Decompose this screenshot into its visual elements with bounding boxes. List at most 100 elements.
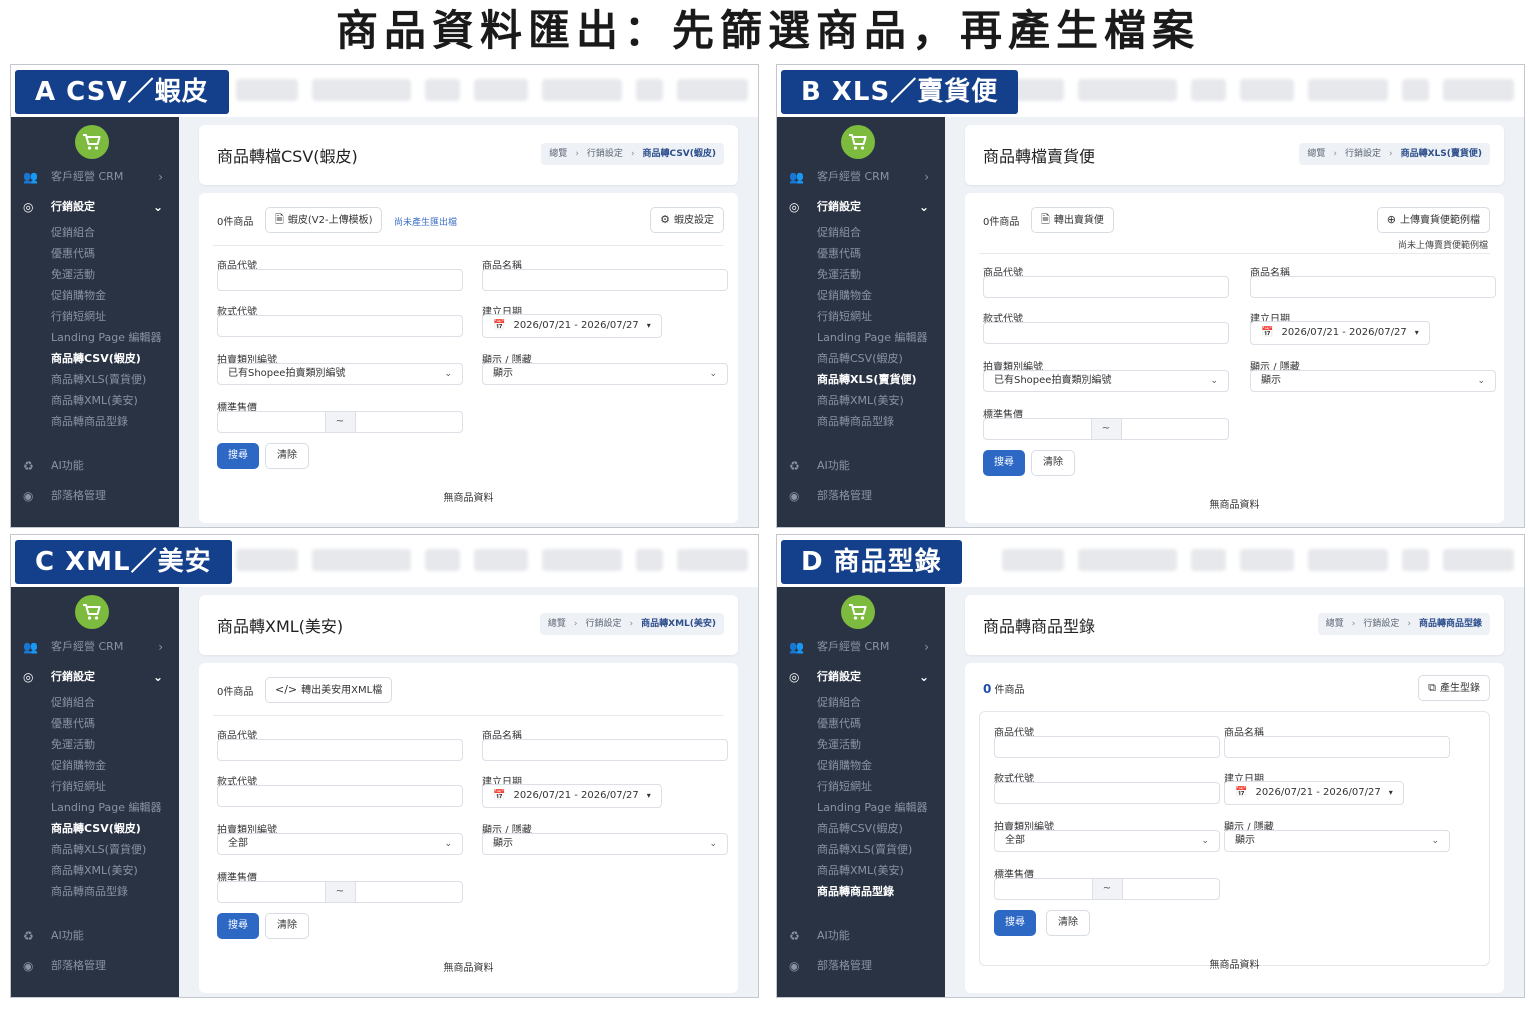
sidebar-subitem[interactable]: 免運活動 [11, 264, 179, 285]
sidebar-item-marketing[interactable]: ◎ 行銷設定 ⌄ [11, 662, 179, 692]
sidebar-subitem[interactable]: 行銷短網址 [11, 306, 179, 327]
cart-logo-icon[interactable] [841, 595, 875, 629]
sidebar-subitem[interactable]: 商品轉XML(美安) [11, 390, 179, 411]
sidebar-subitem[interactable]: 促銷組合 [11, 222, 179, 243]
sidebar-subitem[interactable]: 優惠代碼 [777, 243, 945, 264]
visibility-select[interactable]: 顯示 ⌄ [1224, 830, 1450, 852]
sidebar-subitem[interactable]: 商品轉XML(美安) [11, 860, 179, 881]
sidebar-subitem[interactable]: 優惠代碼 [777, 713, 945, 734]
sidebar-subitem[interactable]: 商品轉XML(美安) [777, 390, 945, 411]
date-range-picker[interactable]: 📅 2026/07/21 - 2026/07/27 ▾ [482, 784, 662, 808]
sidebar-subitem[interactable]: 商品轉XML(美安) [777, 860, 945, 881]
product-code-input[interactable] [217, 269, 463, 291]
breadcrumb-home[interactable]: 總覽 [549, 149, 567, 159]
price-min-input[interactable] [995, 879, 1093, 899]
clear-button[interactable]: 清除 [1031, 450, 1075, 476]
auction-category-select[interactable]: 全部 ⌄ [217, 833, 463, 855]
sidebar-subitem[interactable]: Landing Page 編輯器 [777, 797, 945, 818]
sidebar-subitem[interactable]: 商品轉XLS(賣貨便) [11, 369, 179, 390]
sidebar-subitem[interactable]: 商品轉CSV(蝦皮) [777, 348, 945, 369]
breadcrumb-section[interactable]: 行銷設定 [1345, 149, 1381, 159]
sidebar-subitem[interactable]: 優惠代碼 [11, 243, 179, 264]
date-range-picker[interactable]: 📅 2026/07/21 - 2026/07/27 ▾ [1224, 781, 1404, 805]
sidebar-subitem[interactable]: 商品轉CSV(蝦皮) [777, 818, 945, 839]
search-button[interactable]: 搜尋 [217, 443, 259, 469]
sidebar-subitem[interactable]: 商品轉商品型錄 [777, 881, 945, 902]
style-code-input[interactable] [217, 315, 463, 337]
sidebar-subitem[interactable]: Landing Page 編輯器 [11, 797, 179, 818]
sidebar-subitem[interactable]: 商品轉商品型錄 [11, 881, 179, 902]
sidebar-item-blog[interactable]: ◉ 部落格管理 [777, 481, 945, 511]
breadcrumb-home[interactable]: 總覽 [548, 619, 566, 629]
price-max-input[interactable] [1122, 419, 1229, 439]
sidebar-subitem[interactable]: 促銷組合 [777, 222, 945, 243]
export-myship-button[interactable]: 🗎 轉出賣貨便 [1031, 207, 1114, 233]
breadcrumb-section[interactable]: 行銷設定 [587, 149, 623, 159]
cart-logo-icon[interactable] [841, 125, 875, 159]
price-min-input[interactable] [218, 882, 326, 902]
sidebar-subitem[interactable]: 行銷短網址 [777, 776, 945, 797]
auction-category-select[interactable]: 已有Shopee拍賣類別編號 ⌄ [983, 370, 1229, 392]
search-button[interactable]: 搜尋 [994, 910, 1036, 936]
sidebar-subitem[interactable]: 商品轉XLS(賣貨便) [11, 839, 179, 860]
price-min-input[interactable] [984, 419, 1092, 439]
sidebar-subitem[interactable]: Landing Page 編輯器 [777, 327, 945, 348]
sidebar-subitem[interactable]: 行銷短網址 [11, 776, 179, 797]
shopee-settings-button[interactable]: ⚙ 蝦皮設定 [650, 207, 724, 233]
sidebar-item-crm[interactable]: 👥 客戶經營 CRM › [777, 162, 945, 192]
sidebar-subitem[interactable]: 促銷購物金 [777, 755, 945, 776]
price-max-input[interactable] [1123, 879, 1220, 899]
sidebar-item-marketing[interactable]: ◎ 行銷設定 ⌄ [11, 192, 179, 222]
clear-button[interactable]: 清除 [1046, 910, 1090, 936]
sidebar-item-marketing[interactable]: ◎ 行銷設定 ⌄ [777, 662, 945, 692]
shopee-template-button[interactable]: 🗎 蝦皮(V2-上傳模板) [265, 207, 383, 233]
product-code-input[interactable] [994, 736, 1220, 758]
visibility-select[interactable]: 顯示 ⌄ [482, 833, 728, 855]
upload-sample-button[interactable]: ⊕ 上傳賣貨便範例檔 [1376, 207, 1490, 233]
sidebar-subitem[interactable]: 商品轉CSV(蝦皮) [11, 348, 179, 369]
sidebar-item-crm[interactable]: 👥 客戶經營 CRM › [11, 162, 179, 192]
sidebar-subitem[interactable]: 商品轉XLS(賣貨便) [777, 369, 945, 390]
sidebar-item-crm[interactable]: 👥 客戶經營 CRM › [777, 632, 945, 662]
breadcrumb-home[interactable]: 總覽 [1307, 149, 1325, 159]
sidebar-subitem[interactable]: 促銷組合 [777, 692, 945, 713]
generate-catalog-button[interactable]: ⧉ 產生型錄 [1418, 675, 1490, 701]
style-code-input[interactable] [994, 782, 1220, 804]
cart-logo-icon[interactable] [75, 125, 109, 159]
auction-category-select[interactable]: 已有Shopee拍賣類別編號 ⌄ [217, 363, 463, 385]
product-name-input[interactable] [482, 739, 728, 761]
sidebar-item-blog[interactable]: ◉ 部落格管理 [11, 481, 179, 511]
breadcrumb-home[interactable]: 總覽 [1326, 619, 1344, 629]
sidebar-item-ai[interactable]: ♻ AI功能 [777, 451, 945, 481]
search-button[interactable]: 搜尋 [217, 913, 259, 939]
sidebar-subitem[interactable]: 優惠代碼 [11, 713, 179, 734]
sidebar-subitem[interactable]: 免運活動 [11, 734, 179, 755]
sidebar-subitem[interactable]: 商品轉商品型錄 [777, 411, 945, 432]
sidebar-subitem[interactable]: 促銷組合 [11, 692, 179, 713]
product-name-input[interactable] [1224, 736, 1450, 758]
sidebar-subitem[interactable]: Landing Page 編輯器 [11, 327, 179, 348]
sidebar-item-ai[interactable]: ♻ AI功能 [11, 451, 179, 481]
style-code-input[interactable] [983, 322, 1229, 344]
product-code-input[interactable] [983, 276, 1229, 298]
product-name-input[interactable] [482, 269, 728, 291]
price-max-input[interactable] [356, 882, 463, 902]
price-max-input[interactable] [356, 412, 463, 432]
visibility-select[interactable]: 顯示 ⌄ [482, 363, 728, 385]
sidebar-subitem[interactable]: 促銷購物金 [777, 285, 945, 306]
cart-logo-icon[interactable] [75, 595, 109, 629]
sidebar-item-ai[interactable]: ♻ AI功能 [11, 921, 179, 951]
sidebar-subitem[interactable]: 商品轉商品型錄 [11, 411, 179, 432]
clear-button[interactable]: 清除 [265, 913, 309, 939]
breadcrumb-section[interactable]: 行銷設定 [586, 619, 622, 629]
visibility-select[interactable]: 顯示 ⌄ [1250, 370, 1496, 392]
breadcrumb-section[interactable]: 行銷設定 [1363, 619, 1399, 629]
sidebar-subitem[interactable]: 促銷購物金 [11, 755, 179, 776]
search-button[interactable]: 搜尋 [983, 450, 1025, 476]
product-name-input[interactable] [1250, 276, 1496, 298]
price-min-input[interactable] [218, 412, 326, 432]
date-range-picker[interactable]: 📅 2026/07/21 - 2026/07/27 ▾ [1250, 321, 1430, 345]
style-code-input[interactable] [217, 785, 463, 807]
sidebar-item-crm[interactable]: 👥 客戶經營 CRM › [11, 632, 179, 662]
sidebar-subitem[interactable]: 行銷短網址 [777, 306, 945, 327]
